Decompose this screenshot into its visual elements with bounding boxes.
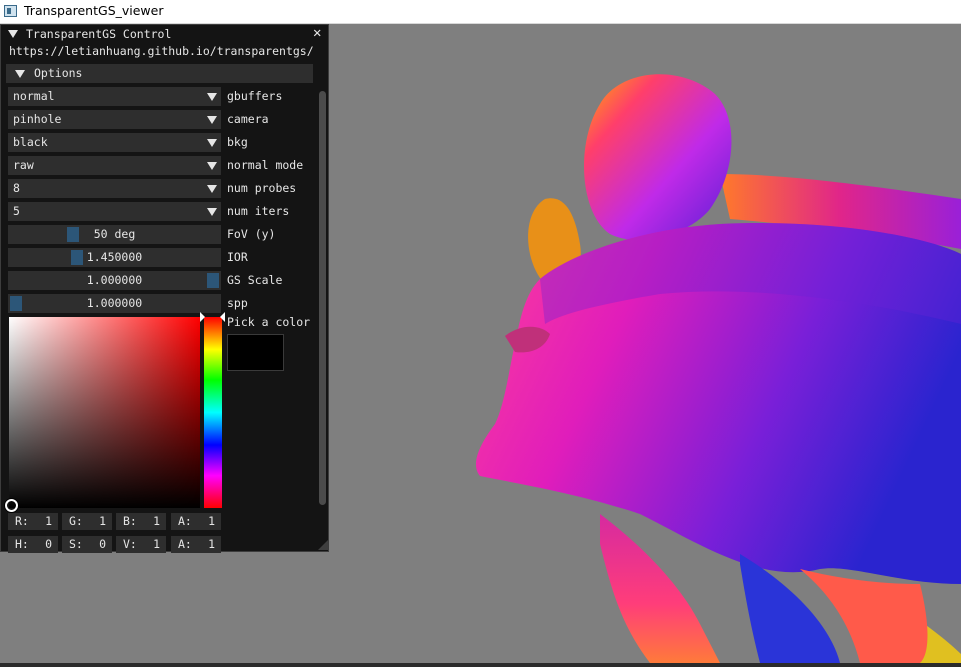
component-name: G: — [69, 514, 83, 528]
combo-value: normal — [13, 89, 55, 103]
s-input[interactable]: S: 0 — [62, 536, 112, 553]
panel-title: TransparentGS Control — [26, 27, 172, 41]
r-input[interactable]: R: 1 — [8, 513, 58, 530]
camera-label: camera — [227, 112, 269, 126]
a-input[interactable]: A: 1 — [171, 513, 221, 530]
dropdown-arrow-icon — [207, 139, 217, 147]
dropdown-arrow-icon — [207, 185, 217, 193]
slider-value: 1.000000 — [86, 296, 143, 310]
control-panel[interactable]: TransparentGS Control ✕ https://letianhu… — [0, 24, 329, 553]
section-label: Options — [34, 66, 83, 80]
resize-grip-icon[interactable] — [318, 540, 328, 550]
collapse-triangle-icon[interactable] — [8, 30, 18, 38]
num-iters-label: num iters — [227, 204, 290, 218]
component-value: 1 — [153, 537, 160, 551]
normal-mode-combo[interactable]: raw — [8, 156, 221, 175]
window-title: TransparentGS_viewer — [24, 3, 164, 18]
component-name: B: — [123, 514, 137, 528]
gs-scale-label: GS Scale — [227, 273, 283, 287]
num-iters-combo[interactable]: 5 — [8, 202, 221, 221]
component-name: R: — [15, 514, 29, 528]
hue-bar[interactable] — [204, 317, 222, 508]
window-titlebar: TransparentGS_viewer — [0, 0, 961, 24]
ior-label: IOR — [227, 250, 248, 264]
dropdown-arrow-icon — [207, 208, 217, 216]
options-section-header[interactable]: Options — [6, 64, 313, 83]
saturation-value-picker[interactable] — [9, 317, 200, 508]
gbuffers-label: gbuffers — [227, 89, 283, 103]
v-input[interactable]: V: 1 — [116, 536, 166, 553]
fov-label: FoV (y) — [227, 227, 276, 241]
slider-value: 50 deg — [93, 227, 136, 241]
g-input[interactable]: G: 1 — [62, 513, 112, 530]
h-input[interactable]: H: 0 — [8, 536, 58, 553]
combo-value: raw — [13, 158, 34, 172]
component-value: 1 — [208, 537, 215, 551]
num-probes-label: num probes — [227, 181, 297, 195]
component-value: 1 — [208, 514, 215, 528]
combo-value: pinhole — [13, 112, 62, 126]
component-value: 0 — [99, 537, 106, 551]
panel-header[interactable]: TransparentGS Control ✕ — [1, 25, 328, 43]
bottom-edge — [0, 663, 961, 667]
combo-value: black — [13, 135, 48, 149]
slider-value: 1.000000 — [86, 273, 143, 287]
component-value: 0 — [45, 537, 52, 551]
component-name: A: — [178, 537, 192, 551]
gbuffers-combo[interactable]: normal — [8, 87, 221, 106]
num-probes-combo[interactable]: 8 — [8, 179, 221, 198]
project-url: https://letianhuang.github.io/transparen… — [9, 44, 314, 58]
ior-slider[interactable]: 1.450000 — [8, 248, 221, 267]
a2-input[interactable]: A: 1 — [171, 536, 221, 553]
gs-scale-slider[interactable]: 1.000000 — [8, 271, 221, 290]
spp-label: spp — [227, 296, 248, 310]
panel-scrollbar[interactable] — [319, 91, 326, 505]
component-name: S: — [69, 537, 83, 551]
component-name: V: — [123, 537, 137, 551]
close-icon[interactable]: ✕ — [313, 25, 321, 41]
normal-mode-label: normal mode — [227, 158, 304, 172]
dropdown-arrow-icon — [207, 116, 217, 124]
spp-slider[interactable]: 1.000000 — [8, 294, 221, 313]
combo-value: 8 — [13, 181, 20, 195]
component-value: 1 — [99, 514, 106, 528]
section-triangle-icon — [15, 70, 25, 78]
color-swatch[interactable] — [227, 334, 284, 371]
hue-marker-right-icon — [220, 312, 225, 322]
dropdown-arrow-icon — [207, 162, 217, 170]
b-input[interactable]: B: 1 — [116, 513, 166, 530]
component-value: 1 — [153, 514, 160, 528]
camera-combo[interactable]: pinhole — [8, 110, 221, 129]
app-icon — [4, 5, 17, 17]
dropdown-arrow-icon — [207, 93, 217, 101]
component-name: A: — [178, 514, 192, 528]
combo-value: 5 — [13, 204, 20, 218]
bkg-combo[interactable]: black — [8, 133, 221, 152]
hue-marker-left-icon — [200, 312, 205, 322]
component-name: H: — [15, 537, 29, 551]
slider-value: 1.450000 — [86, 250, 143, 264]
component-value: 1 — [45, 514, 52, 528]
fov-slider[interactable]: 50 deg — [8, 225, 221, 244]
picker-cursor[interactable] — [5, 499, 18, 512]
pick-color-label: Pick a color — [227, 315, 311, 329]
bkg-label: bkg — [227, 135, 248, 149]
